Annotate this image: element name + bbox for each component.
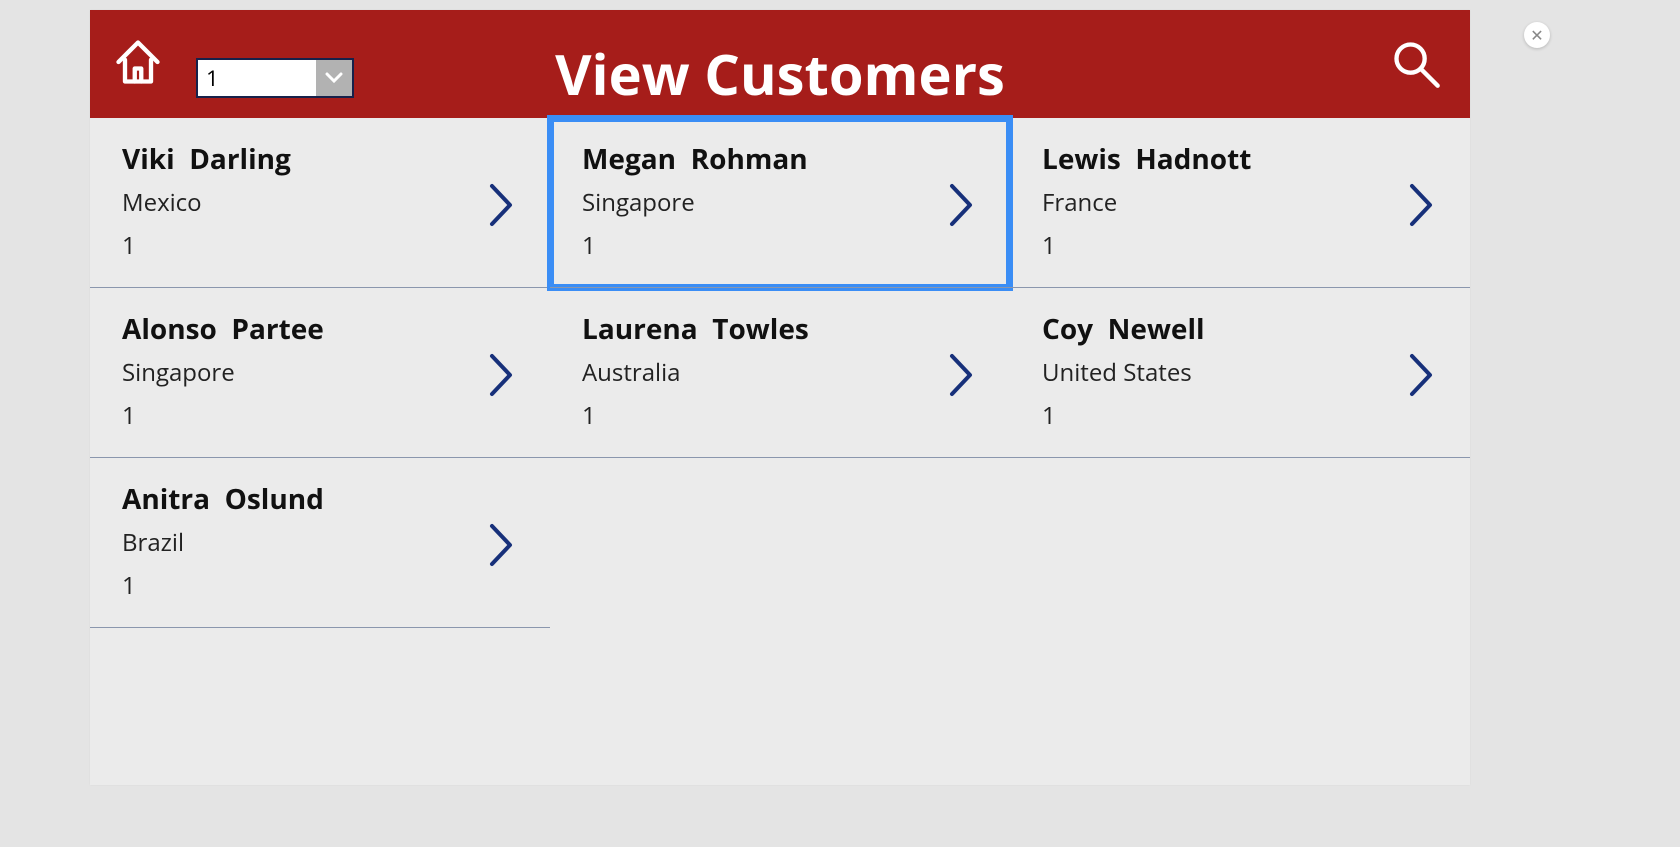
- customer-card[interactable]: Laurena Towles Australia 1: [550, 288, 1010, 458]
- customer-card[interactable]: Viki Darling Mexico 1: [90, 118, 550, 288]
- chevron-right-icon: [488, 182, 516, 228]
- customer-name: Alonso Partee: [122, 310, 522, 348]
- customer-country: Singapore: [122, 356, 522, 389]
- customer-name: Viki Darling: [122, 140, 522, 178]
- customer-country: Australia: [582, 356, 982, 389]
- chevron-down-icon: [325, 72, 343, 84]
- customer-name: Coy Newell: [1042, 310, 1442, 348]
- header-bar: 1 View Customers: [90, 10, 1470, 118]
- row-divider: [1010, 457, 1470, 458]
- chevron-right-icon: [1408, 182, 1436, 228]
- chevron-right-icon: [948, 352, 976, 398]
- chevron-right-icon: [488, 522, 516, 568]
- customer-number: 1: [1042, 229, 1442, 262]
- search-button[interactable]: [1390, 38, 1442, 90]
- customer-number: 1: [122, 229, 522, 262]
- customer-name: Anitra Oslund: [122, 480, 522, 518]
- row-divider: [90, 627, 550, 628]
- page-number-dropdown[interactable]: 1: [196, 58, 354, 98]
- dropdown-arrow: [316, 60, 352, 96]
- customer-name: Laurena Towles: [582, 310, 982, 348]
- close-button[interactable]: ✕: [1524, 22, 1550, 48]
- home-button[interactable]: [112, 36, 164, 88]
- chevron-right-icon: [1408, 352, 1436, 398]
- customer-number: 1: [1042, 399, 1442, 432]
- chevron-right-icon: [948, 182, 976, 228]
- page-number-value: 1: [198, 63, 316, 93]
- search-icon: [1390, 38, 1442, 90]
- customer-card[interactable]: Megan Rohman Singapore 1: [550, 118, 1010, 288]
- customer-card[interactable]: Lewis Hadnott France 1: [1010, 118, 1470, 288]
- home-icon: [112, 36, 164, 88]
- close-icon: ✕: [1530, 24, 1543, 46]
- customer-country: United States: [1042, 356, 1442, 389]
- customer-number: 1: [582, 399, 982, 432]
- customer-country: Singapore: [582, 186, 982, 219]
- customer-name: Megan Rohman: [582, 140, 982, 178]
- customer-number: 1: [122, 569, 522, 602]
- customer-card[interactable]: Anitra Oslund Brazil 1: [90, 458, 550, 628]
- customer-country: Mexico: [122, 186, 522, 219]
- customer-number: 1: [122, 399, 522, 432]
- chevron-right-icon: [488, 352, 516, 398]
- customer-number: 1: [582, 229, 982, 262]
- row-divider: [550, 457, 1010, 458]
- customer-country: France: [1042, 186, 1442, 219]
- customer-card[interactable]: Coy Newell United States 1: [1010, 288, 1470, 458]
- customer-country: Brazil: [122, 526, 522, 559]
- customer-name: Lewis Hadnott: [1042, 140, 1442, 178]
- customer-grid: Viki Darling Mexico 1 Megan Rohman Singapore…: [90, 118, 1470, 628]
- customer-card[interactable]: Alonso Partee Singapore 1: [90, 288, 550, 458]
- app-window: 1 View Customers Viki DarlingMexico1Mega…: [90, 10, 1470, 785]
